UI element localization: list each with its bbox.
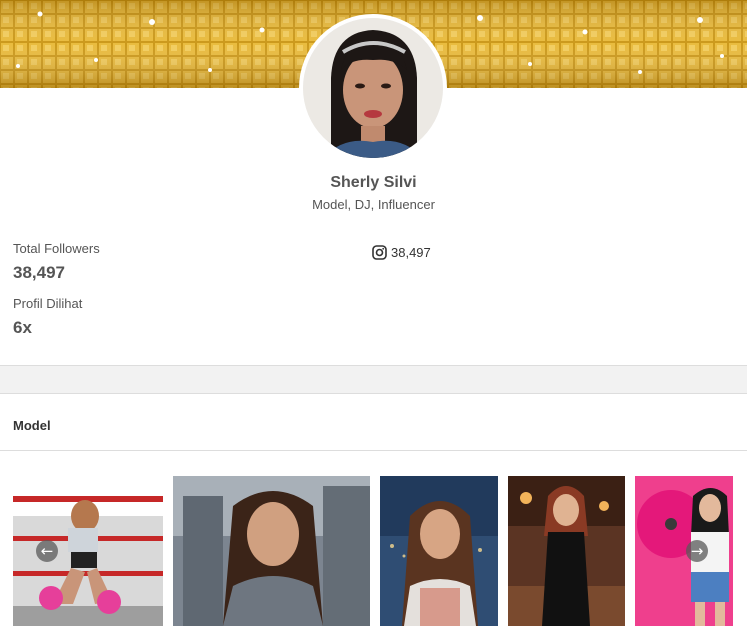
- photo-grey-top[interactable]: [173, 476, 370, 626]
- section-divider: [0, 450, 747, 451]
- model-gallery: ← →: [0, 476, 747, 626]
- views-value: 6x: [13, 318, 32, 337]
- followers-value: 38,497: [13, 263, 65, 282]
- profile-role: Model, DJ, Influencer: [312, 197, 435, 212]
- instagram-icon: [372, 245, 387, 260]
- arrow-left-icon: ←: [40, 542, 54, 560]
- followers-label: Total Followers: [13, 241, 100, 256]
- gallery-next-button[interactable]: →: [686, 540, 708, 562]
- photo-black-dress[interactable]: [508, 476, 625, 626]
- views-label: Profil Dilihat: [13, 296, 83, 311]
- gallery-prev-button[interactable]: ←: [36, 540, 58, 562]
- profile-avatar: [299, 14, 447, 162]
- profile-name: Sherly Silvi: [330, 174, 417, 191]
- instagram-followers[interactable]: 38,497: [372, 245, 431, 260]
- section-separator: [0, 365, 747, 394]
- section-title-model: Model: [13, 418, 51, 433]
- instagram-count: 38,497: [391, 245, 431, 260]
- photo-night-city[interactable]: [380, 476, 498, 626]
- arrow-right-icon: →: [690, 542, 704, 560]
- photo-pink-record[interactable]: [635, 476, 733, 626]
